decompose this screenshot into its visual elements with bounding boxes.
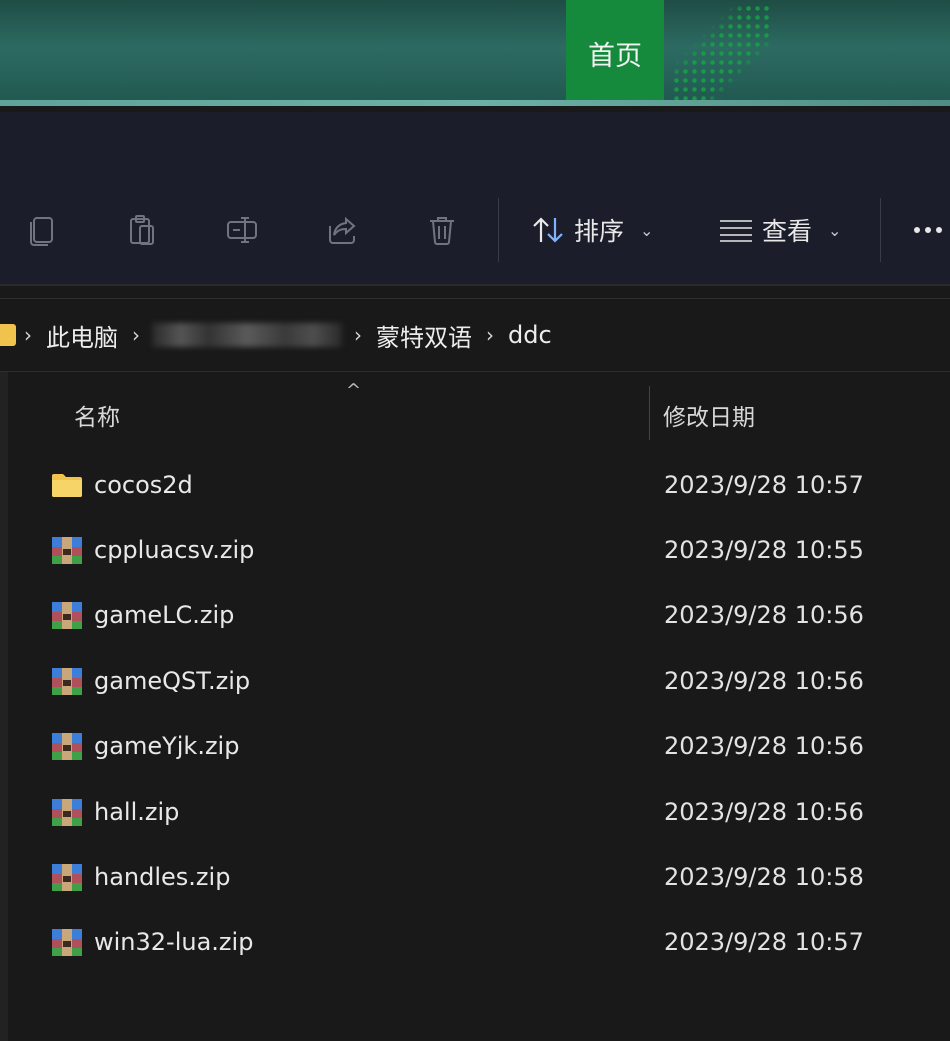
zip-archive-icon: [52, 929, 82, 957]
list-item[interactable]: gameLC.zip 2023/9/28 10:56: [48, 583, 950, 648]
chevron-down-icon: ⌄: [828, 220, 842, 240]
home-tab[interactable]: 首页: [566, 0, 664, 106]
navigation-pane-edge: [0, 372, 8, 1041]
file-name: handles.zip: [94, 863, 231, 892]
list-item[interactable]: handles.zip 2023/9/28 10:58: [48, 844, 950, 909]
zip-archive-icon: [52, 733, 82, 761]
file-date: 2023/9/28 10:57: [664, 928, 864, 957]
list-item[interactable]: hall.zip 2023/9/28 10:56: [48, 779, 950, 844]
chevron-right-icon[interactable]: ›: [132, 323, 140, 347]
file-list: cocos2d 2023/9/28 10:57 cppluacsv.zip 20…: [48, 452, 950, 975]
file-name: cocos2d: [94, 470, 193, 499]
sort-icon: [533, 217, 563, 243]
breadcrumb-item[interactable]: ddc: [508, 321, 552, 349]
zip-archive-icon: [52, 602, 82, 630]
share-icon[interactable]: [322, 210, 362, 250]
file-name: gameLC.zip: [94, 601, 235, 630]
file-date: 2023/9/28 10:58: [664, 863, 864, 892]
folder-icon: [0, 324, 16, 346]
zip-archive-icon: [52, 798, 82, 826]
top-banner: 首页: [0, 0, 950, 106]
folder-icon: [52, 473, 82, 497]
column-name-header[interactable]: 名称: [74, 398, 120, 432]
view-button[interactable]: 查看 ⌄: [718, 208, 841, 252]
toolbar-separator: [498, 198, 499, 262]
file-date: 2023/9/28 10:56: [664, 601, 864, 630]
file-name: gameQST.zip: [94, 666, 251, 695]
copy-icon[interactable]: [22, 210, 62, 250]
view-label: 查看: [762, 217, 813, 246]
chevron-down-icon: ⌄: [640, 220, 654, 240]
file-name: win32-lua.zip: [94, 928, 254, 957]
file-date: 2023/9/28 10:56: [664, 666, 864, 695]
decorative-pattern: [672, 4, 772, 106]
file-date: 2023/9/28 10:57: [664, 470, 864, 499]
chevron-right-icon[interactable]: ›: [486, 323, 494, 347]
column-header: 名称 ^ 修改日期: [50, 380, 950, 442]
breadcrumb[interactable]: › 此电脑 › › 蒙特双语 › ddc: [0, 298, 950, 372]
file-name: hall.zip: [94, 797, 180, 826]
list-item[interactable]: gameYjk.zip 2023/9/28 10:56: [48, 714, 950, 779]
more-options-icon[interactable]: [914, 216, 950, 244]
sort-ascending-icon: ^: [346, 380, 362, 401]
list-item[interactable]: cocos2d 2023/9/28 10:57: [48, 452, 950, 517]
file-name: gameYjk.zip: [94, 732, 240, 761]
delete-icon[interactable]: [422, 210, 462, 250]
banner-divider: [0, 100, 950, 106]
chevron-right-icon[interactable]: ›: [24, 323, 32, 347]
redacted-path-segment: [152, 323, 342, 347]
column-date-header[interactable]: 修改日期: [663, 398, 755, 432]
toolbar-separator: [880, 198, 881, 262]
file-date: 2023/9/28 10:56: [664, 732, 864, 761]
list-item[interactable]: win32-lua.zip 2023/9/28 10:57: [48, 910, 950, 975]
breadcrumb-item[interactable]: 蒙特双语: [376, 318, 472, 353]
paste-icon[interactable]: [122, 210, 162, 250]
file-date: 2023/9/28 10:56: [664, 797, 864, 826]
file-date: 2023/9/28 10:55: [664, 536, 864, 565]
breadcrumb-item[interactable]: 此电脑: [46, 318, 118, 353]
divider: [0, 284, 950, 286]
column-resize-handle[interactable]: [649, 386, 650, 440]
file-name: cppluacsv.zip: [94, 536, 255, 565]
view-lines-icon: [720, 220, 752, 242]
sort-button[interactable]: 排序 ⌄: [530, 208, 653, 252]
sort-label: 排序: [574, 217, 625, 246]
command-bar: 排序 ⌄ 查看 ⌄: [0, 180, 950, 280]
list-item[interactable]: cppluacsv.zip 2023/9/28 10:55: [48, 517, 950, 582]
zip-archive-icon: [52, 537, 82, 565]
zip-archive-icon: [52, 864, 82, 892]
zip-archive-icon: [52, 667, 82, 695]
chevron-right-icon[interactable]: ›: [354, 323, 362, 347]
list-item[interactable]: gameQST.zip 2023/9/28 10:56: [48, 648, 950, 713]
rename-icon[interactable]: [222, 210, 262, 250]
